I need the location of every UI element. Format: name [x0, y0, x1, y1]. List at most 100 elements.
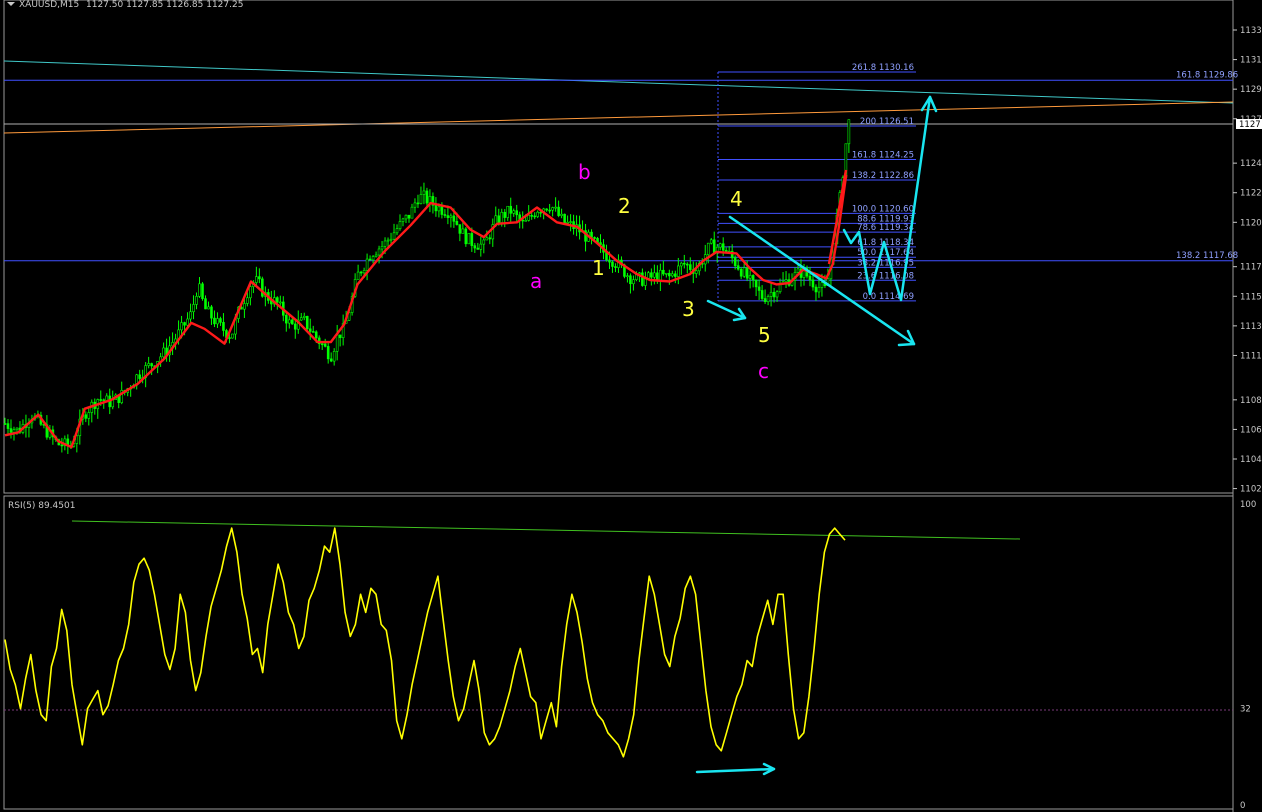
candle-body [665, 272, 668, 275]
price-tick-label: 1131 [1240, 56, 1262, 66]
candle-body [467, 233, 471, 245]
candle-body [739, 268, 743, 277]
candle-body [383, 240, 387, 247]
candle-body [255, 276, 258, 283]
candle-body [371, 256, 375, 261]
orange-trendline[interactable] [3, 101, 1234, 134]
candle-body [180, 322, 183, 331]
candle-body [593, 237, 596, 239]
candle-body [99, 399, 103, 401]
candle-body [246, 297, 249, 304]
upper-trendline[interactable] [3, 60, 1234, 104]
candle-body [287, 319, 291, 324]
candle-body [6, 423, 10, 429]
candle-body [608, 259, 611, 263]
candle-body [308, 328, 312, 332]
candle-body [302, 315, 306, 318]
candle-body [416, 202, 420, 205]
wave-label-b: b [578, 160, 591, 184]
candle-body [362, 270, 366, 274]
candle-body [9, 428, 13, 433]
wave-label-4: 4 [730, 187, 743, 211]
candle-body [15, 427, 19, 430]
price-tick-label: 1111 [1240, 351, 1262, 361]
candle-body [213, 317, 216, 325]
candle-body [359, 271, 363, 274]
candle-body [763, 298, 767, 303]
candle-body [632, 279, 635, 285]
price-tick-label: 1115 [1240, 292, 1262, 302]
candle-body [368, 258, 372, 261]
candle-body [231, 333, 234, 339]
price-tick-label: 1122 [1240, 189, 1262, 199]
candle-body [671, 273, 674, 277]
candle-body [488, 237, 492, 240]
candle-body [201, 283, 204, 299]
candle-body [323, 343, 327, 347]
candle-body [685, 263, 689, 266]
candle-body [389, 238, 393, 241]
candle-body [419, 194, 423, 204]
candle-body [650, 272, 653, 278]
candle-body [757, 286, 761, 291]
candle-body [365, 258, 369, 271]
candle-body [207, 306, 210, 310]
candle-body [479, 243, 483, 250]
candle-body [718, 243, 722, 248]
arrow-zigzag-projection[interactable] [842, 95, 938, 302]
candle-body [482, 239, 486, 245]
candle-body [545, 208, 548, 211]
candle-body [796, 268, 800, 273]
candle-body [314, 331, 318, 339]
price-tick-label: 1117 [1240, 263, 1262, 273]
candle-body [320, 343, 324, 346]
candle-body [524, 220, 527, 222]
candle-body [422, 190, 426, 195]
candle-body [276, 297, 279, 303]
candle-body [503, 211, 507, 218]
arrow-wave3[interactable] [706, 299, 747, 322]
price-tick-label: 1124 [1240, 159, 1262, 169]
candle-body [210, 306, 213, 319]
fib-level-label: 261.8 1130.16 [852, 63, 914, 73]
price-tick-label: 1129 [1240, 85, 1262, 95]
candle-body [311, 331, 315, 333]
candle-body [775, 291, 779, 298]
wave-label-a: a [530, 269, 542, 293]
ohlc-values: 1127.50 1127.85 1126.85 1127.25 [86, 0, 243, 10]
candle-body [425, 190, 429, 204]
candle-body [629, 275, 632, 285]
candle-body [473, 245, 477, 249]
candle-body [377, 248, 381, 256]
candle-body [407, 214, 411, 219]
dropdown-triangle-icon[interactable] [7, 2, 15, 6]
candle-body [754, 279, 758, 288]
wave-labels: b a c 2 1 3 4 5 [530, 160, 771, 383]
candle-body [374, 254, 378, 257]
candle-body [293, 323, 297, 330]
candle-body [150, 363, 153, 367]
candle-body [189, 311, 192, 320]
candle-body [279, 301, 282, 304]
candle-body [102, 399, 106, 402]
candle-body [721, 243, 725, 251]
candle-body [626, 275, 629, 278]
rsi-axis: 100 32 0 [1240, 500, 1256, 811]
candle-body [485, 237, 489, 241]
candle-body [243, 303, 246, 310]
candle-body [682, 262, 686, 265]
arrow-rsi-divergence[interactable] [695, 762, 776, 776]
candle-body [709, 239, 713, 244]
candle-body [611, 261, 614, 267]
fib-level-label: 78.6 1119.34 [857, 223, 914, 233]
candle-body [356, 271, 360, 280]
candle-body [766, 296, 770, 303]
candle-body [198, 283, 201, 297]
candle-body [560, 213, 563, 216]
rsi-trendline[interactable] [71, 520, 1021, 540]
candle-body [449, 215, 453, 218]
long-fib-levels: 161.8 1129.86 138.2 1117.68 [4, 70, 1238, 262]
candle-body [808, 275, 812, 281]
candle-body [290, 319, 294, 325]
candle-body [548, 209, 551, 212]
